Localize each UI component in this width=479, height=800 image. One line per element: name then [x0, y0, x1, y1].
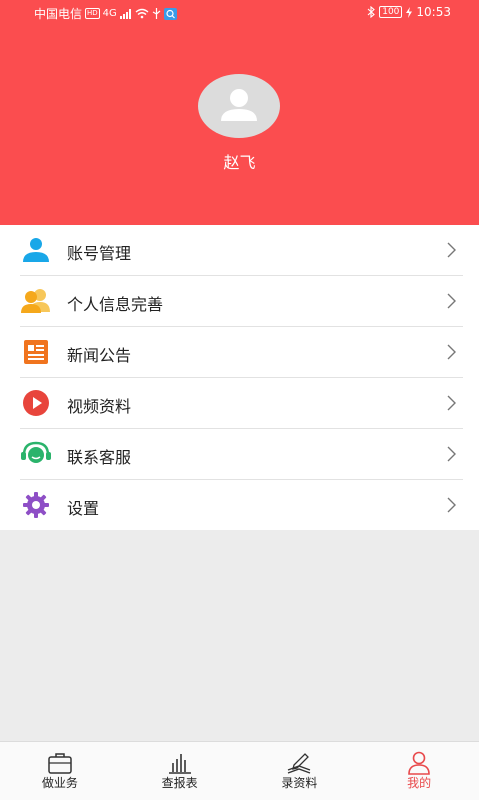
gear-icon	[20, 491, 52, 519]
menu-item-news[interactable]: 新闻公告	[20, 327, 463, 378]
users-icon	[20, 287, 52, 315]
avatar-placeholder-icon	[221, 89, 257, 121]
chevron-right-icon	[447, 344, 456, 360]
tab-label: 查报表	[161, 776, 198, 790]
tab-label: 做业务	[41, 776, 78, 790]
carrier-label: 中国电信	[34, 7, 83, 21]
tab-label: 录资料	[281, 776, 318, 790]
headset-icon	[20, 440, 52, 468]
network-label: 4G	[102, 8, 117, 19]
edit-book-icon	[288, 753, 311, 774]
chevron-right-icon	[447, 497, 456, 513]
menu-item-label: 联系客服	[67, 448, 132, 467]
status-bar: 中国电信 HD 4G 100 10:53	[0, 0, 479, 26]
person-icon	[408, 751, 430, 775]
username: 赵飞	[223, 153, 256, 172]
news-icon	[20, 338, 52, 366]
tab-reports[interactable]: 查报表	[120, 742, 240, 800]
play-icon	[20, 389, 52, 417]
bar-chart-icon	[168, 754, 191, 774]
menu-item-label: 个人信息完善	[67, 295, 164, 314]
bluetooth-icon	[367, 6, 376, 18]
tab-mine[interactable]: 我的	[359, 742, 479, 800]
briefcase-icon	[48, 753, 72, 774]
tab-label: 我的	[407, 776, 432, 790]
wifi-icon	[135, 8, 149, 19]
chevron-right-icon	[447, 395, 456, 411]
clock: 10:53	[416, 5, 451, 19]
chevron-right-icon	[447, 293, 456, 309]
usb-icon	[152, 8, 161, 19]
tab-record[interactable]: 录资料	[240, 742, 360, 800]
battery-indicator: 100	[379, 6, 403, 18]
menu-item-label: 新闻公告	[67, 346, 132, 365]
avatar[interactable]	[198, 74, 280, 138]
menu-item-label: 视频资料	[67, 397, 132, 416]
bottom-tab-bar: 做业务 查报表 录资料 我的	[0, 741, 479, 800]
menu-item-account[interactable]: 账号管理	[20, 225, 463, 276]
profile-header: 中国电信 HD 4G 100 10:53 赵飞	[0, 0, 479, 225]
tab-business[interactable]: 做业务	[0, 742, 120, 800]
settings-menu: 账号管理 个人信息完善 新闻公告 视频资料 联系客服 设置	[0, 225, 479, 530]
signal-icon	[119, 8, 131, 19]
menu-item-customer-service[interactable]: 联系客服	[20, 429, 463, 480]
chevron-right-icon	[447, 242, 456, 258]
user-icon	[20, 236, 52, 264]
menu-item-personal-info[interactable]: 个人信息完善	[20, 276, 463, 327]
menu-item-settings[interactable]: 设置	[20, 480, 463, 531]
charging-icon	[406, 6, 413, 18]
menu-item-label: 账号管理	[67, 244, 132, 263]
menu-item-label: 设置	[67, 499, 100, 518]
menu-item-videos[interactable]: 视频资料	[20, 378, 463, 429]
chevron-right-icon	[447, 446, 456, 462]
hd-badge: HD	[85, 8, 100, 19]
search-icon	[163, 7, 177, 20]
